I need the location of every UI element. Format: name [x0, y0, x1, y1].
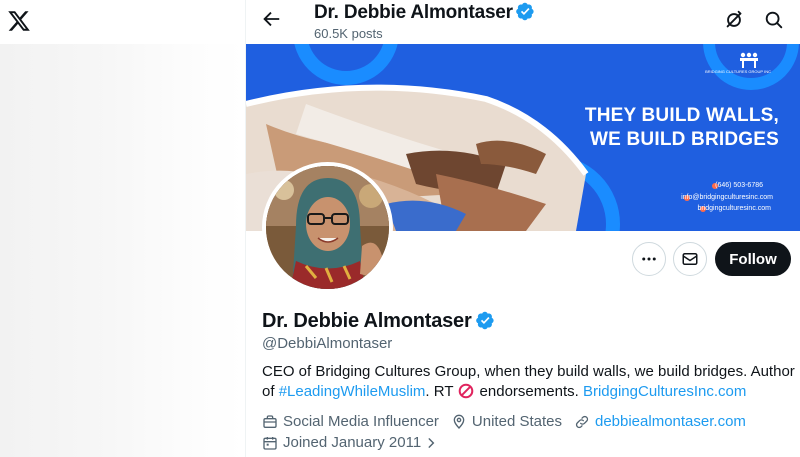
briefcase-icon [263, 414, 277, 428]
banner-logo-text: BRIDGING CULTURES GROUP INC [705, 69, 771, 74]
category-label: Social Media Influencer [283, 413, 439, 430]
profile-column: Dr. Debbie Almontaser 60.5K posts BRIDGI… [245, 0, 800, 457]
x-logo-icon[interactable] [7, 9, 31, 33]
link-icon [575, 415, 589, 428]
profile-handle: @DebbiAlmontaser [262, 335, 393, 352]
back-arrow-icon[interactable] [260, 8, 282, 30]
calendar-icon [263, 436, 277, 450]
bio-website-link[interactable]: BridgingCulturesInc.com [583, 383, 746, 400]
category-item: Social Media Influencer [262, 413, 439, 430]
profile-name: Dr. Debbie Almontaser [262, 310, 472, 332]
header-name: Dr. Debbie Almontaser [314, 2, 513, 23]
left-sidebar [0, 0, 245, 457]
joined-item[interactable]: Joined January 2011 [262, 434, 438, 451]
banner-headline-line-2: WE BUILD BRIDGES [590, 129, 779, 150]
banner-email: info@bridgingculturesinc.com [681, 194, 773, 201]
profile-meta-row: Social Media Influencer United States de… [262, 413, 758, 430]
location-label: United States [471, 413, 562, 430]
left-sidebar-top [0, 0, 245, 44]
chevron-right-icon [428, 437, 435, 448]
message-button[interactable] [673, 242, 707, 276]
banner-headline-line-1: THEY BUILD WALLS, [584, 105, 779, 126]
profile-header: Dr. Debbie Almontaser 60.5K posts [246, 0, 800, 44]
header-post-count: 60.5K posts [314, 26, 383, 41]
avatar-photo [266, 166, 389, 289]
prohibited-emoji-icon [459, 383, 474, 399]
profile-website-link[interactable]: debbiealmontaser.com [595, 413, 746, 430]
bio-text: . RT [425, 383, 458, 400]
follow-button[interactable]: Follow [715, 242, 791, 276]
bio-text: endorsements. [475, 383, 583, 400]
location-item: United States [451, 413, 562, 430]
grok-icon[interactable] [723, 9, 745, 31]
profile-avatar[interactable] [262, 162, 393, 293]
profile-name-row: Dr. Debbie Almontaser [262, 310, 495, 333]
search-icon[interactable] [763, 9, 785, 31]
envelope-icon [682, 253, 698, 265]
more-options-button[interactable] [632, 242, 666, 276]
profile-joined-row[interactable]: Joined January 2011 [262, 434, 450, 451]
location-pin-icon [453, 414, 465, 429]
bio-hashtag-link[interactable]: #LeadingWhileMuslim [279, 383, 426, 400]
verified-badge-icon [516, 2, 534, 21]
banner-phone: (646) 503-6786 [715, 182, 763, 189]
more-dots-icon [642, 257, 656, 261]
website-item[interactable]: debbiealmontaser.com [574, 413, 746, 430]
header-title: Dr. Debbie Almontaser [314, 2, 535, 24]
banner-website: bridgingculturesinc.com [697, 205, 771, 212]
joined-label: Joined January 2011 [283, 434, 422, 451]
banner-headline: THEY BUILD WALLS, WE BUILD BRIDGES [585, 104, 779, 152]
profile-bio: CEO of Bridging Cultures Group, when the… [262, 362, 797, 402]
verified-badge-icon[interactable] [475, 311, 495, 330]
